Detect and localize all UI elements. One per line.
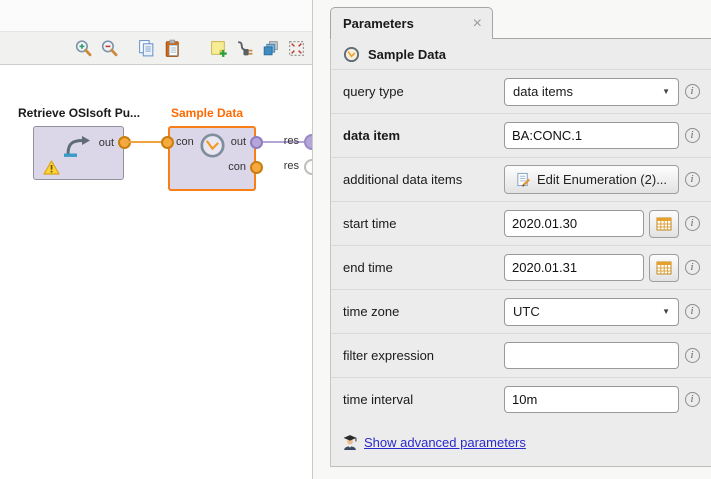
zoom-in-button[interactable]: [71, 36, 95, 60]
expert-mode-icon: [343, 434, 357, 450]
result-port-label-1: res: [284, 135, 299, 147]
close-icon[interactable]: ×: [473, 17, 482, 31]
time-interval-input[interactable]: [504, 386, 679, 413]
info-icon[interactable]: i: [685, 216, 700, 231]
tab-parameters[interactable]: Parameters ×: [330, 7, 493, 39]
rapidminer-window: Retrieve OSIsoft Pu... out Samp: [0, 0, 711, 479]
param-label: additional data items: [343, 172, 504, 187]
info-icon[interactable]: i: [685, 304, 700, 319]
param-row-query-type: query type data items ▼ i: [331, 69, 711, 113]
operator-sample-data[interactable]: con out con: [168, 126, 256, 191]
copy-button[interactable]: [134, 36, 158, 60]
chevron-down-icon: ▼: [662, 87, 670, 96]
dropdown-value: data items: [513, 84, 662, 99]
process-toolbar: [0, 32, 312, 65]
param-label: start time: [343, 216, 504, 231]
operator-title-sample-data: Sample Data: [157, 106, 257, 120]
parameters-header: Sample Data: [331, 39, 711, 69]
param-row-time-interval: time interval i: [331, 377, 711, 421]
param-row-end-time: end time i: [331, 245, 711, 289]
advanced-parameters-row: Show advanced parameters: [343, 434, 711, 450]
zoom-out-button[interactable]: [97, 36, 121, 60]
auto-wire-button[interactable]: [232, 36, 256, 60]
process-breadcrumb-strip: [0, 0, 312, 32]
param-label: end time: [343, 260, 504, 275]
param-label: time interval: [343, 392, 504, 407]
info-icon[interactable]: i: [685, 172, 700, 187]
add-note-button[interactable]: [206, 36, 230, 60]
parameters-panel-body: Sample Data query type data items ▼ i da…: [330, 38, 711, 467]
query-type-dropdown[interactable]: data items ▼: [504, 78, 679, 106]
paste-icon: [163, 39, 182, 58]
process-canvas[interactable]: Retrieve OSIsoft Pu... out Samp: [0, 65, 312, 477]
end-time-calendar-button[interactable]: [649, 254, 679, 282]
output-port-out[interactable]: [250, 136, 263, 149]
port-label-con-in: con: [176, 136, 194, 148]
operator-title-retrieve: Retrieve OSIsoft Pu...: [18, 106, 140, 120]
param-row-data-item: data item i: [331, 113, 711, 157]
edit-list-icon: [516, 172, 531, 187]
chevron-down-icon: ▼: [662, 307, 670, 316]
output-port-con[interactable]: [250, 161, 263, 174]
input-port-con[interactable]: [161, 136, 174, 149]
data-item-input[interactable]: [504, 122, 679, 149]
clock-icon: [343, 46, 360, 63]
end-time-input[interactable]: [504, 254, 644, 281]
param-row-filter-expression: filter expression i: [331, 333, 711, 377]
auto-wire-icon: [235, 39, 254, 58]
add-note-icon: [209, 39, 228, 58]
time-zone-dropdown[interactable]: UTC ▼: [504, 298, 679, 326]
port-label-out: out: [231, 136, 246, 148]
param-label: filter expression: [343, 348, 504, 363]
zoom-in-icon: [74, 39, 93, 58]
param-row-time-zone: time zone UTC ▼ i: [331, 289, 711, 333]
arrange-operators-button[interactable]: [258, 36, 282, 60]
parameters-pane: Parameters × Sample Data query type data…: [330, 0, 711, 479]
show-advanced-parameters-link[interactable]: Show advanced parameters: [364, 435, 526, 450]
retrieve-icon: [60, 133, 94, 161]
filter-expression-input[interactable]: [504, 342, 679, 369]
zoom-out-icon: [100, 39, 119, 58]
result-port-1[interactable]: [304, 134, 312, 150]
info-icon[interactable]: i: [685, 84, 700, 99]
fit-to-screen-button[interactable]: [284, 36, 308, 60]
calendar-icon: [656, 261, 672, 275]
copy-icon: [137, 39, 156, 58]
paste-button[interactable]: [160, 36, 184, 60]
clock-icon: [199, 132, 226, 159]
param-label: time zone: [343, 304, 504, 319]
start-time-input[interactable]: [504, 210, 644, 237]
port-label-con-out: con: [228, 161, 246, 173]
operator-retrieve-osisoft[interactable]: out: [33, 126, 124, 180]
selected-operator-name: Sample Data: [368, 47, 446, 62]
dropdown-value: UTC: [513, 304, 662, 319]
arrange-operators-icon: [261, 39, 280, 58]
info-icon[interactable]: i: [685, 128, 700, 143]
start-time-calendar-button[interactable]: [649, 210, 679, 238]
param-label: query type: [343, 84, 504, 99]
result-port-2[interactable]: [304, 159, 312, 175]
param-row-additional-data-items: additional data items Edit Enumeration (…: [331, 157, 711, 201]
info-icon[interactable]: i: [685, 348, 700, 363]
result-port-label-2: res: [284, 160, 299, 172]
warning-icon: [43, 160, 60, 175]
edit-enumeration-button[interactable]: Edit Enumeration (2)...: [504, 165, 679, 194]
calendar-icon: [656, 217, 672, 231]
tab-title: Parameters: [343, 16, 473, 31]
edit-enumeration-label: Edit Enumeration (2)...: [537, 172, 667, 187]
info-icon[interactable]: i: [685, 392, 700, 407]
process-pane: Retrieve OSIsoft Pu... out Samp: [0, 0, 313, 479]
info-icon[interactable]: i: [685, 260, 700, 275]
param-row-start-time: start time: [331, 201, 711, 245]
fit-to-screen-icon: [287, 39, 306, 58]
param-label: data item: [343, 128, 504, 143]
port-label-out: out: [99, 137, 114, 149]
